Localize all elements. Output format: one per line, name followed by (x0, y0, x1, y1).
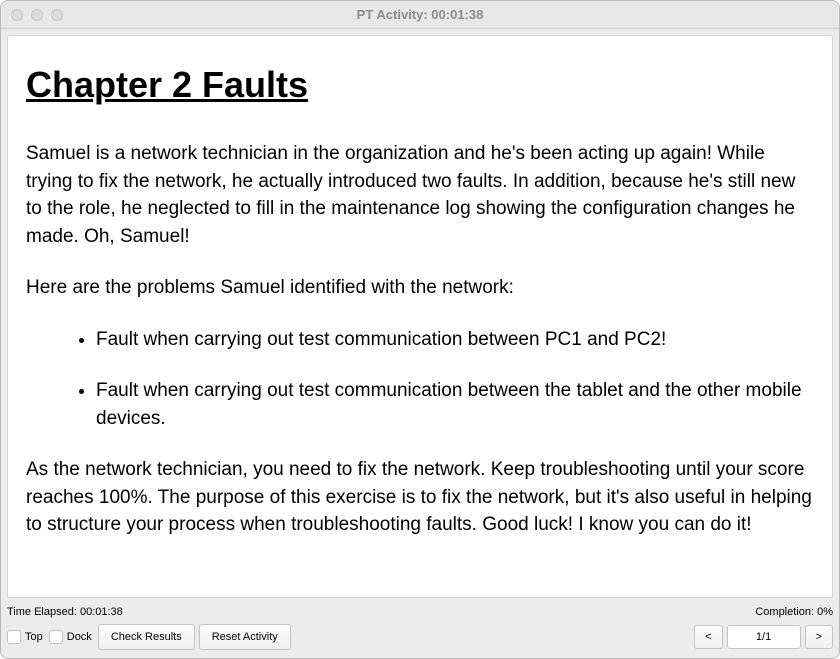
page-number-input[interactable] (727, 625, 801, 649)
intro-paragraph-1: Samuel is a network technician in the or… (26, 140, 814, 250)
intro-paragraph-2: Here are the problems Samuel identified … (26, 274, 814, 302)
content-area: Chapter 2 Faults Samuel is a network tec… (7, 35, 833, 598)
next-page-button[interactable]: > (805, 625, 833, 649)
time-elapsed-label: Time Elapsed: 00:01:38 (7, 606, 123, 618)
window-title: PT Activity: 00:01:38 (1, 7, 839, 22)
reset-activity-button[interactable]: Reset Activity (199, 624, 291, 650)
app-window: PT Activity: 00:01:38 Chapter 2 Faults S… (0, 0, 840, 659)
minimize-icon[interactable] (31, 9, 43, 21)
fault-list: Fault when carrying out test communicati… (26, 326, 814, 433)
page-heading: Chapter 2 Faults (26, 64, 814, 106)
zoom-icon[interactable] (51, 9, 63, 21)
completion-label: Completion: 0% (755, 606, 833, 618)
dock-checkbox-label: Dock (67, 631, 92, 643)
top-checkbox-label: Top (25, 631, 43, 643)
top-checkbox[interactable] (7, 630, 21, 644)
prev-page-button[interactable]: < (694, 625, 722, 649)
titlebar: PT Activity: 00:01:38 (1, 1, 839, 29)
traffic-lights (11, 9, 63, 21)
status-bar: Time Elapsed: 00:01:38 Completion: 0% (1, 604, 839, 620)
check-results-button[interactable]: Check Results (98, 624, 195, 650)
fault-item: Fault when carrying out test communicati… (96, 326, 814, 354)
bottom-toolbar: Top Dock Check Results Reset Activity < … (1, 620, 839, 658)
fault-item: Fault when carrying out test communicati… (96, 377, 814, 432)
dock-checkbox[interactable] (49, 630, 63, 644)
close-icon[interactable] (11, 9, 23, 21)
instructions-paragraph: As the network technician, you need to f… (26, 456, 814, 539)
